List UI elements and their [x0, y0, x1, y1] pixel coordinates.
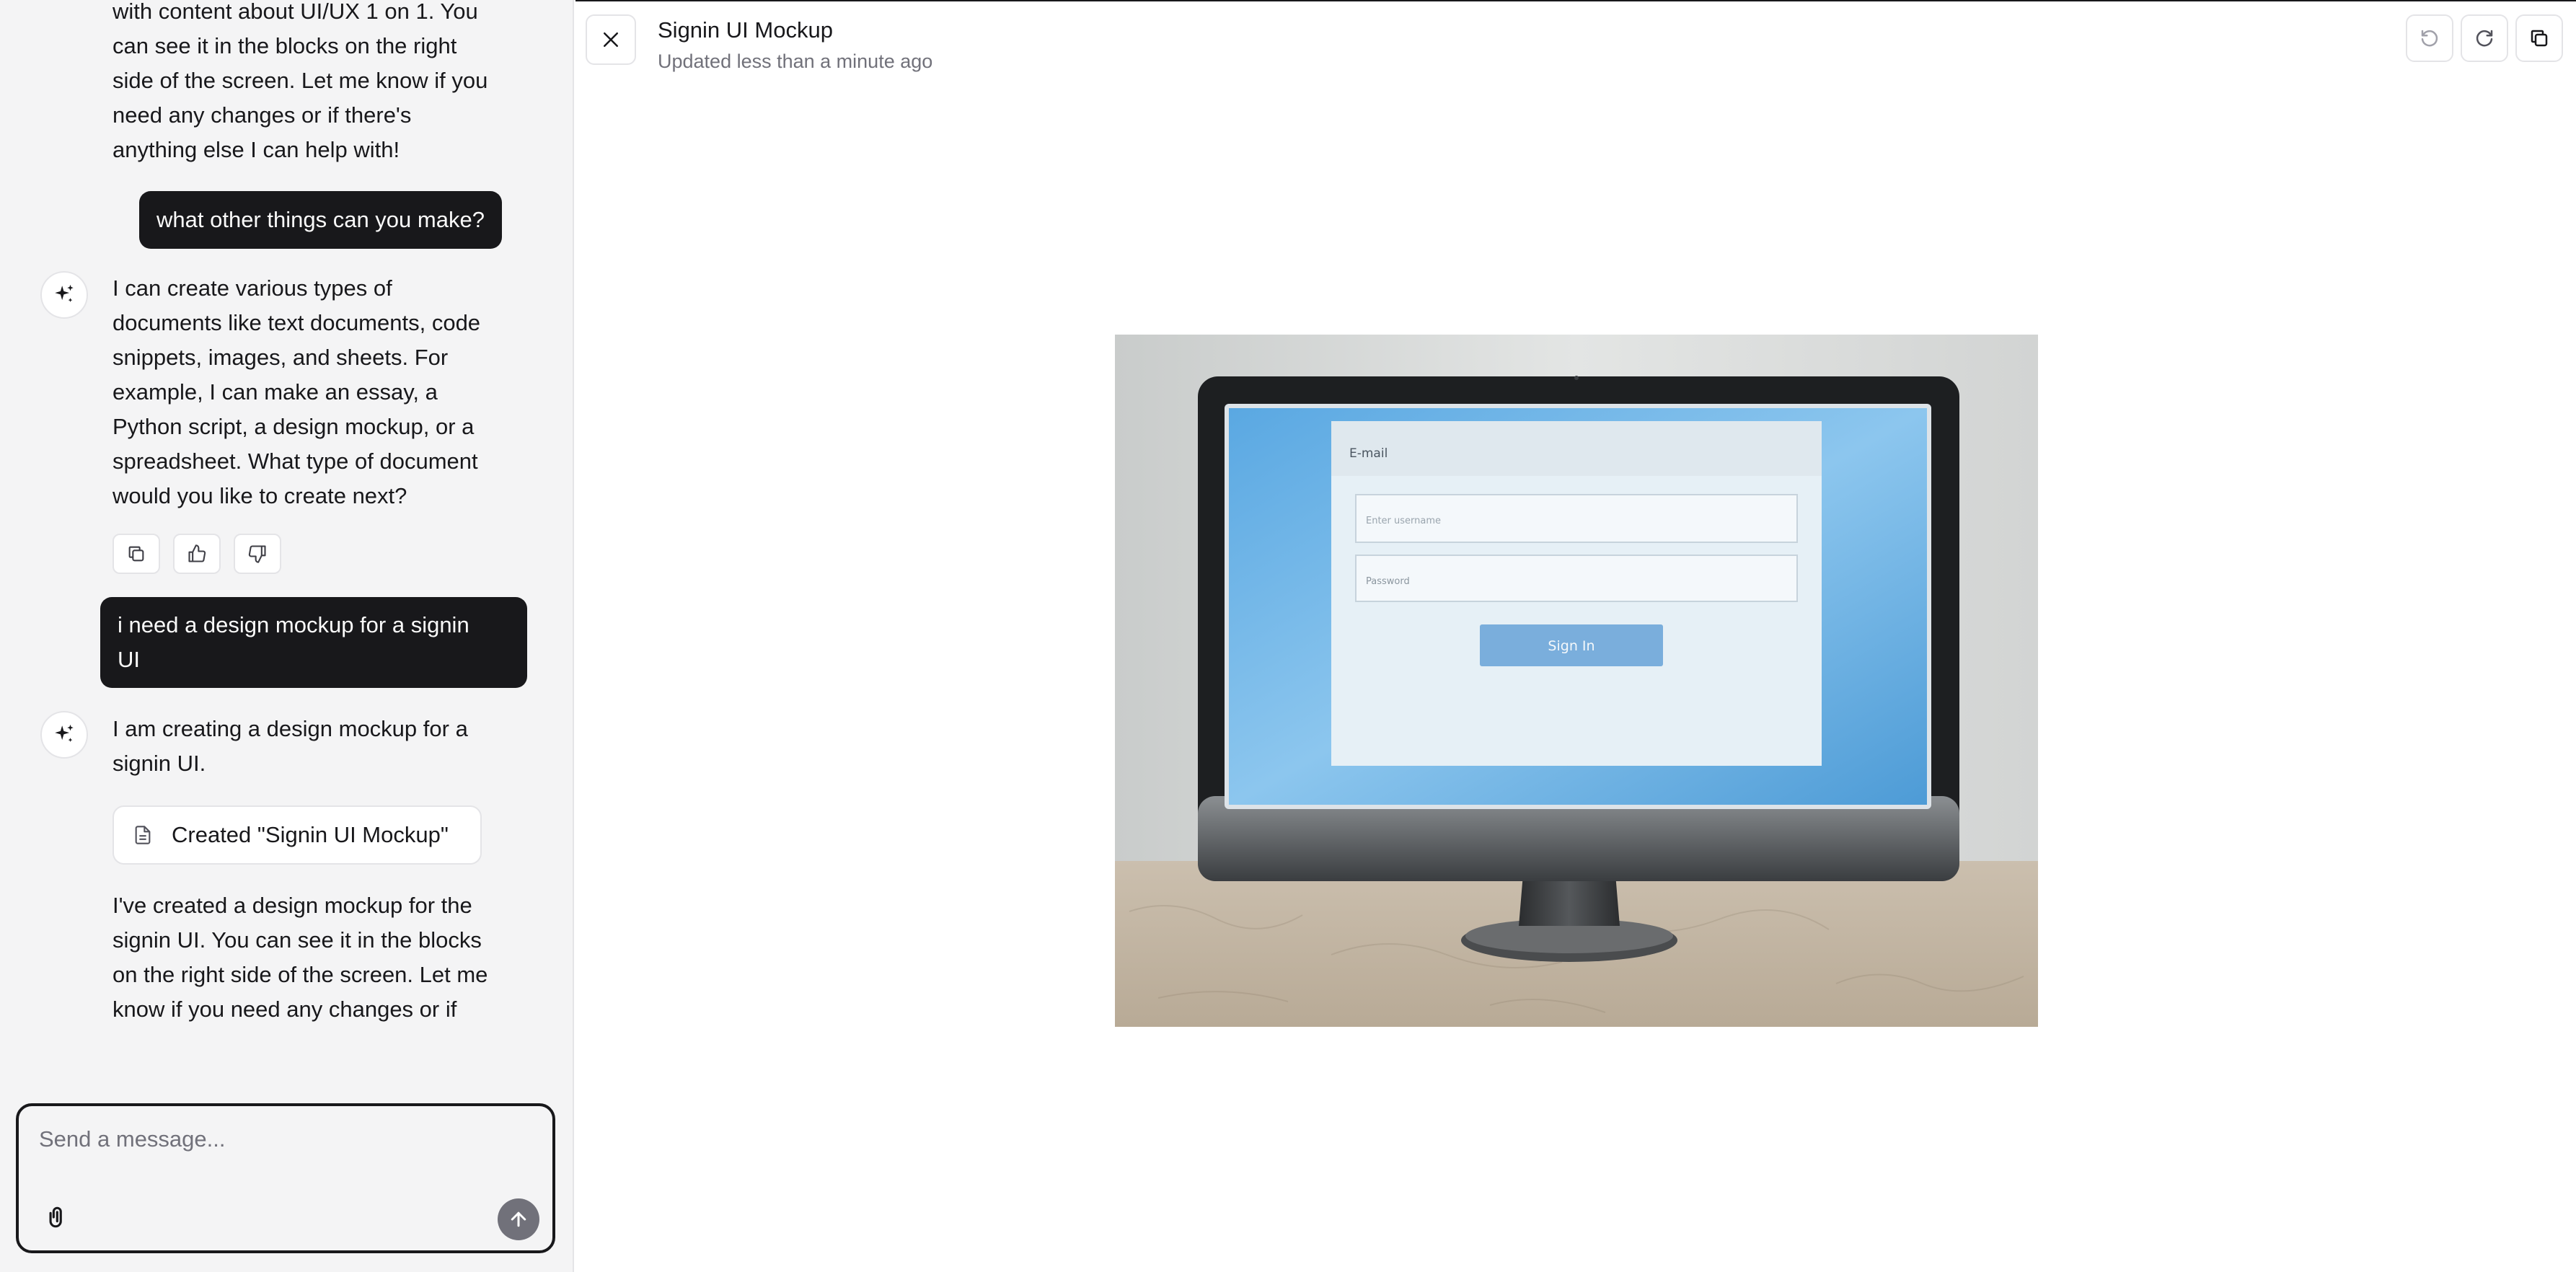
message-line: i need a design mockup for a signin: [118, 612, 469, 637]
sparkle-icon: [55, 284, 74, 302]
user-message: what other things can you make?: [139, 191, 502, 249]
mockup-password-placeholder: Password: [1366, 576, 1410, 587]
message-line: can see it in the blocks on the right: [113, 33, 457, 58]
arrow-up-icon: [511, 1211, 526, 1227]
thumbs-up-icon: [188, 544, 206, 562]
attach-button[interactable]: [40, 1200, 75, 1235]
monitor-photo: E-mail Enter username Password Sign In: [1115, 335, 2038, 1027]
message-line: UI: [118, 647, 140, 672]
message-line: documents like text documents, code: [113, 310, 481, 335]
message-composer: [16, 1103, 555, 1253]
message-line: need any changes or if there's: [113, 102, 412, 128]
message-line: I've created a design mockup for the: [113, 893, 472, 918]
redo-button[interactable]: [2461, 14, 2508, 62]
chat-messages: with content about UI/UX 1 on 1. You can…: [0, 0, 573, 1089]
paperclip-icon: [49, 1206, 62, 1228]
copy-message-button[interactable]: [113, 534, 160, 574]
message-line: anything else I can help with!: [113, 137, 400, 162]
message-line: signin UI.: [113, 751, 206, 776]
close-icon: [604, 32, 618, 47]
document-panel: Signin UI Mockup Updated less than a min…: [575, 0, 2576, 1272]
assistant-message: I am creating a design mockup for a sign…: [113, 712, 545, 781]
mockup-username-placeholder: Enter username: [1366, 516, 1441, 526]
message-line: signin UI. You can see it in the blocks: [113, 927, 482, 953]
undo-icon: [2421, 30, 2438, 47]
message-input[interactable]: [39, 1126, 529, 1152]
document-title: Signin UI Mockup: [658, 17, 833, 43]
assistant-message: with content about UI/UX 1 on 1. You can…: [113, 0, 545, 167]
mockup-email-label: E-mail: [1349, 446, 1388, 461]
message-line: I am creating a design mockup for a: [113, 716, 468, 741]
thumbs-down-icon: [248, 545, 266, 563]
chat-sidebar: with content about UI/UX 1 on 1. You can…: [0, 0, 574, 1272]
document-chip-label: Created "Signin UI Mockup": [172, 822, 449, 847]
undo-button[interactable]: [2406, 14, 2453, 62]
assistant-message: I've created a design mockup for the sig…: [113, 888, 552, 1027]
message-line: snippets, images, and sheets. For: [113, 345, 449, 370]
assistant-avatar: [40, 711, 88, 759]
user-message: i need a design mockup for a signin UI: [100, 597, 527, 688]
message-line: side of the screen. Let me know if you: [113, 68, 488, 93]
message-line: with content about UI/UX 1 on 1. You: [113, 0, 478, 24]
upvote-button[interactable]: [173, 534, 221, 574]
send-button[interactable]: [498, 1198, 539, 1240]
user-message-text: what other things can you make?: [156, 207, 485, 232]
mockup-signin-button: Sign In: [1548, 638, 1594, 654]
document-chip[interactable]: Created "Signin UI Mockup": [113, 805, 482, 865]
document-updated-status: Updated less than a minute ago: [658, 50, 933, 72]
message-line: on the right side of the screen. Let me: [113, 962, 488, 987]
message-line: I can create various types of: [113, 275, 392, 301]
copy-icon: [2531, 30, 2548, 47]
redo-icon: [2476, 30, 2493, 47]
message-line: would you like to create next?: [113, 483, 407, 508]
message-line: spreadsheet. What type of document: [113, 449, 478, 474]
copy-document-button[interactable]: [2515, 14, 2563, 62]
file-icon: [135, 826, 151, 844]
downvote-button[interactable]: [234, 534, 281, 574]
message-line: Python script, a design mockup, or a: [113, 414, 475, 439]
message-line: example, I can make an essay, a: [113, 379, 438, 405]
message-line: know if you need any changes or if: [113, 997, 457, 1022]
copy-icon: [128, 546, 144, 562]
close-panel-button[interactable]: [586, 14, 636, 65]
mockup-image: E-mail Enter username Password Sign In: [1115, 335, 2038, 1027]
sparkle-icon: [55, 724, 74, 742]
assistant-message: I can create various types of documents …: [113, 271, 545, 513]
assistant-avatar: [40, 271, 88, 319]
